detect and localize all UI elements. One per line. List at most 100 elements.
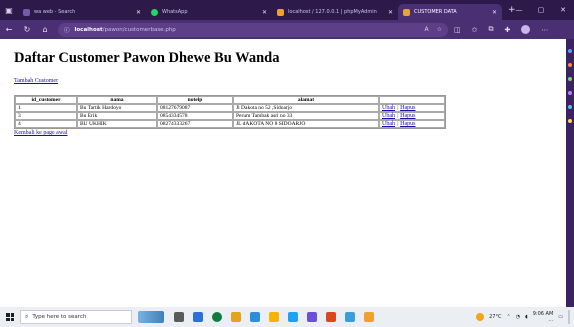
cell-id: 3	[15, 112, 77, 120]
edge-sidebar	[566, 39, 574, 307]
read-aloud-icon[interactable]: A	[425, 26, 429, 33]
extensions-icon[interactable]: ✚	[505, 26, 511, 34]
restore-button[interactable]: ▢	[530, 6, 552, 14]
taskbar-search-box[interactable]: ⌕ Type here to search	[20, 310, 132, 324]
favorites-icon[interactable]: ✩	[472, 26, 478, 34]
minimize-button[interactable]: —	[508, 6, 530, 14]
tab-close-icon[interactable]: ✕	[388, 9, 393, 16]
cell-alamat: Perum Tambak asri no 33	[233, 112, 379, 120]
file-explorer-icon[interactable]	[231, 312, 241, 322]
more-options-icon[interactable]: ⋯	[541, 26, 548, 34]
windows-logo-icon	[6, 313, 14, 321]
table-row: 3 Bu Erik 0854334578 Perum Tambak asri n…	[15, 112, 445, 120]
profile-avatar[interactable]	[521, 25, 531, 34]
show-desktop-button[interactable]	[568, 310, 570, 324]
mail-icon[interactable]	[345, 312, 355, 322]
delete-link[interactable]: Hapus	[400, 121, 415, 127]
edit-link[interactable]: Ubah	[382, 113, 395, 119]
action-separator: |	[397, 121, 399, 127]
clock-date: …	[548, 317, 554, 323]
chrome-icon[interactable]	[212, 312, 222, 322]
clock[interactable]: 9:06 AM …	[533, 311, 554, 323]
sidebar-tools-icon[interactable]	[568, 77, 572, 81]
office-icon[interactable]	[326, 312, 336, 322]
browser-tab-whatsapp[interactable]: WhatsApp ✕	[146, 4, 272, 20]
windows-taskbar: ⌕ Type here to search 27°C ⌃ ◔ ◖ 9:06 AM…	[0, 307, 574, 327]
close-window-button[interactable]: ✕	[552, 6, 574, 14]
weather-temperature[interactable]: 27°C	[489, 314, 501, 320]
cell-actions: Ubah | Hapus	[379, 120, 445, 128]
cell-alamat: Jl Dakota no 52 ,Sidoarjo	[233, 104, 379, 112]
url-path: /pawon/customerbase.php	[102, 26, 176, 33]
cell-id: 1	[15, 104, 77, 112]
store-icon[interactable]	[250, 312, 260, 322]
cell-notelp: 08127679087	[157, 104, 233, 112]
cell-notelp: 08274333267	[157, 120, 233, 128]
back-arrow-icon[interactable]: ←	[0, 25, 18, 34]
edit-link[interactable]: Ubah	[382, 105, 395, 111]
edge-browser-icon[interactable]	[193, 312, 203, 322]
volume-icon[interactable]: ◖	[525, 314, 528, 320]
browser-tab-strip: ▣ wa web - Search ✕ WhatsApp ✕ localhost…	[0, 0, 574, 20]
weather-sun-icon[interactable]	[476, 313, 485, 321]
search-placeholder: Type here to search	[32, 314, 87, 320]
split-screen-icon[interactable]: ◫	[454, 26, 461, 34]
pinned-apps	[174, 312, 374, 322]
browser-tab-customer-data[interactable]: CUSTOMER DATA ✕	[398, 4, 502, 20]
tab-label: WhatsApp	[162, 9, 188, 15]
tab-close-icon[interactable]: ✕	[136, 9, 141, 16]
tab-label: localhost / 127.0.0.1 | phpMyAdmin	[288, 9, 377, 15]
table-header-row: id_customer nama notelp alamat	[15, 96, 445, 104]
address-bar-actions: A ☆	[425, 26, 443, 33]
sidebar-shopping-icon[interactable]	[568, 63, 572, 67]
home-icon[interactable]: ⌂	[36, 25, 54, 34]
tab-close-icon[interactable]: ✕	[262, 9, 267, 16]
sidebar-search-icon[interactable]	[568, 49, 572, 53]
url-host: localhost	[74, 26, 103, 33]
header-notelp: notelp	[157, 96, 233, 104]
favorite-star-icon[interactable]: ☆	[437, 26, 442, 33]
browser-tab-search[interactable]: wa web - Search ✕	[18, 4, 146, 20]
task-view-icon[interactable]	[174, 312, 184, 322]
delete-link[interactable]: Hapus	[400, 113, 415, 119]
delete-link[interactable]: Hapus	[400, 105, 415, 111]
system-tray: 27°C ⌃ ◔ ◖ 9:06 AM … ▭	[476, 310, 574, 324]
xampp-icon[interactable]	[364, 312, 374, 322]
app-icon[interactable]	[288, 312, 298, 322]
tab-label: wa web - Search	[34, 9, 76, 15]
search-favicon-icon	[23, 8, 30, 16]
back-to-home-link[interactable]: Kembali ke page awal	[14, 130, 552, 136]
cell-actions: Ubah | Hapus	[379, 112, 445, 120]
cell-nama: Bu Tartik Hardoyo	[77, 104, 157, 112]
folder-icon[interactable]	[269, 312, 279, 322]
header-id-customer: id_customer	[15, 96, 77, 104]
tray-chevron-icon[interactable]: ⌃	[506, 314, 510, 320]
sidebar-office-icon[interactable]	[568, 105, 572, 109]
browser-tab-phpmyadmin[interactable]: localhost / 127.0.0.1 | phpMyAdmin ✕	[272, 4, 398, 20]
notification-icon[interactable]: ▭	[558, 314, 563, 320]
refresh-icon[interactable]: ↻	[18, 25, 36, 34]
browser-toolbar-icons: ◫ ✩ ⧉ ✚ ⋯	[454, 25, 548, 34]
window-controls: — ▢ ✕	[508, 0, 574, 20]
sidebar-outlook-icon[interactable]	[568, 119, 572, 123]
table-row: 4 BU UKHIK 08274333267 JL dAKOTA NO 8 SI…	[15, 120, 445, 128]
search-highlight-art-icon[interactable]	[138, 311, 164, 323]
cell-actions: Ubah | Hapus	[379, 104, 445, 112]
address-bar[interactable]: ⓘ localhost /pawon/customerbase.php A ☆	[58, 22, 448, 37]
cell-id: 4	[15, 120, 77, 128]
vscode-icon[interactable]	[307, 312, 317, 322]
search-icon: ⌕	[25, 313, 29, 320]
collections-icon[interactable]: ⧉	[489, 25, 494, 34]
network-icon[interactable]: ◔	[516, 314, 520, 320]
edit-link[interactable]: Ubah	[382, 121, 395, 127]
action-separator: |	[397, 105, 399, 111]
add-customer-link[interactable]: Tambah Customer	[14, 78, 58, 84]
whatsapp-favicon-icon	[151, 8, 158, 16]
start-button[interactable]	[0, 307, 20, 327]
page-favicon-icon	[403, 8, 410, 16]
site-info-icon[interactable]: ⓘ	[64, 26, 70, 34]
cell-nama: BU UKHIK	[77, 120, 157, 128]
window-menu-icon[interactable]: ▣	[0, 0, 18, 20]
tab-close-icon[interactable]: ✕	[492, 9, 497, 16]
sidebar-games-icon[interactable]	[568, 91, 572, 95]
